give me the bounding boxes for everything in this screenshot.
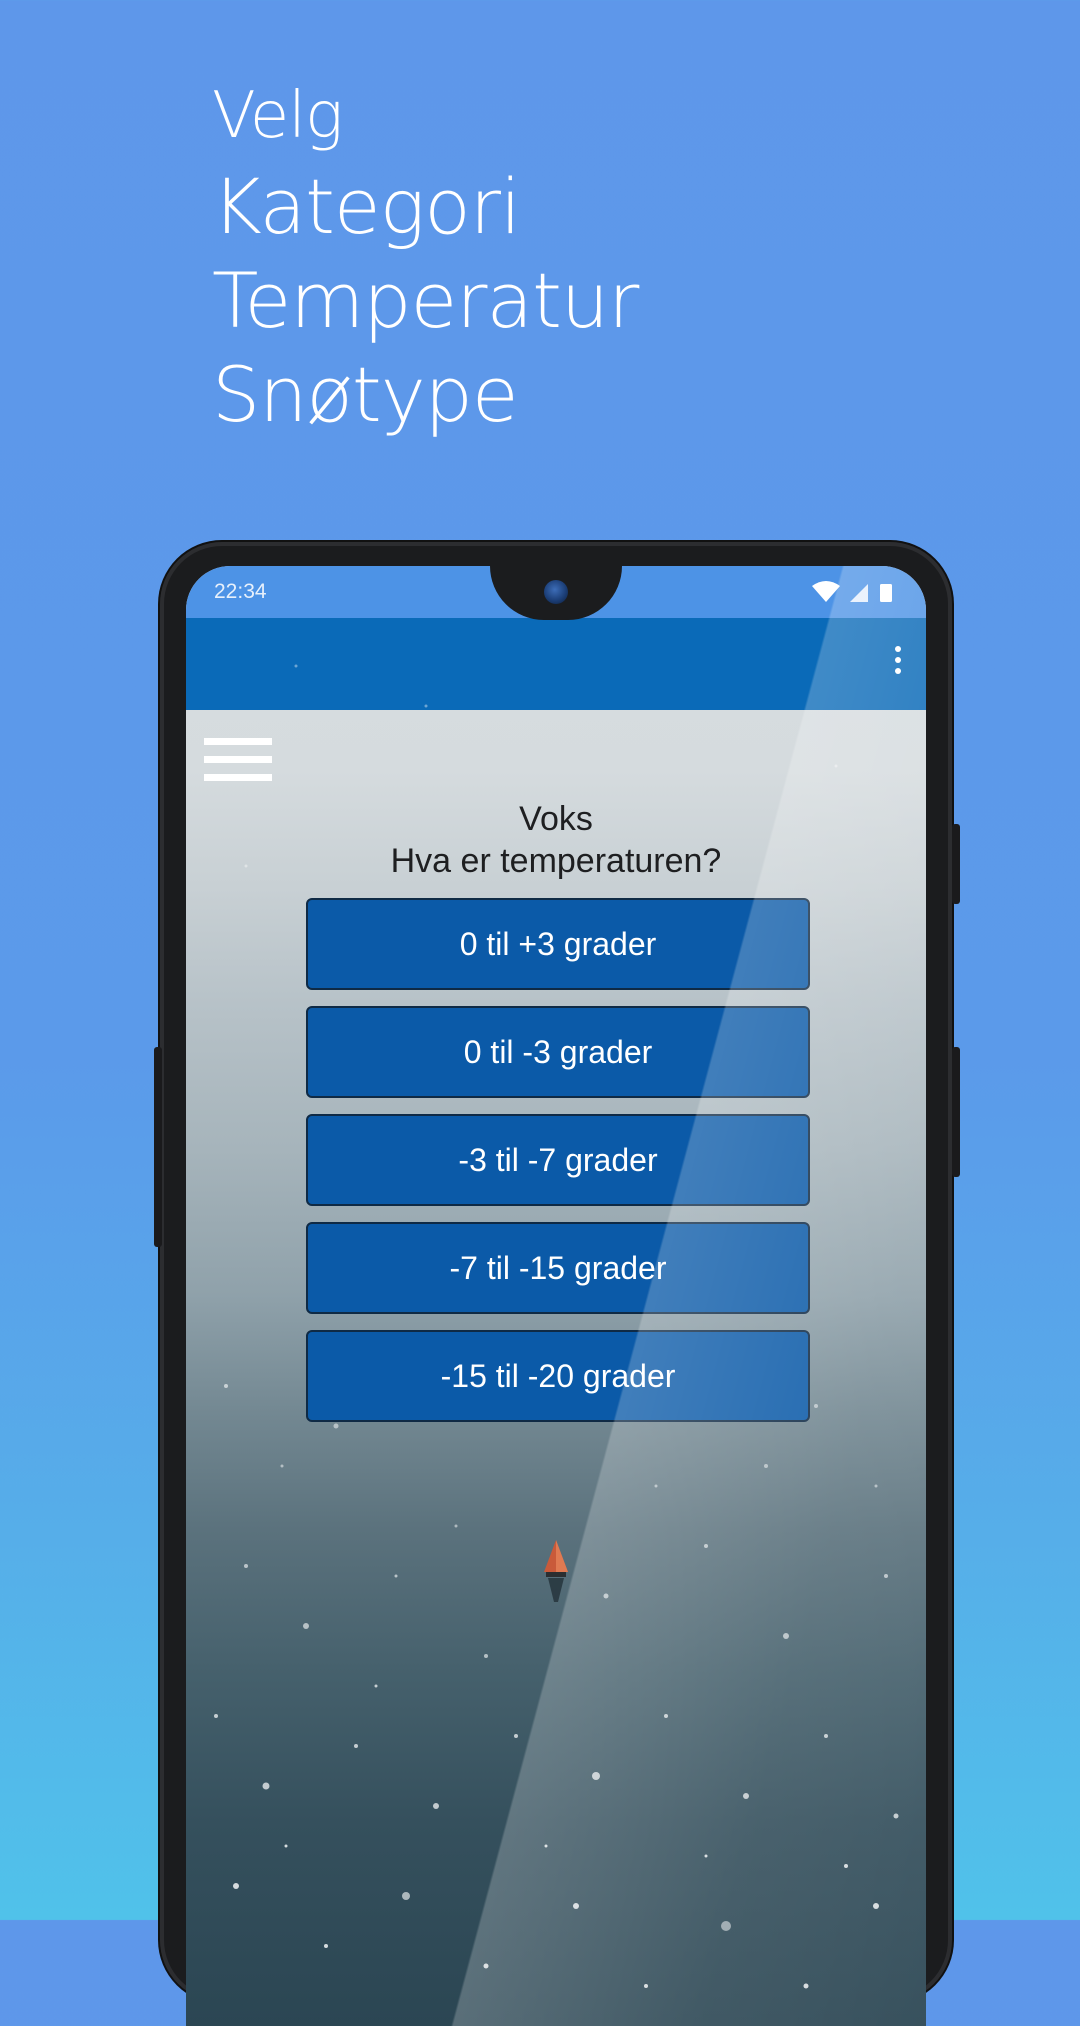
camera-icon [544, 580, 568, 604]
option-0-to-minus-3-button[interactable]: 0 til -3 grader [306, 1006, 810, 1098]
option-minus-3-to-minus-7-button[interactable]: -3 til -7 grader [306, 1114, 810, 1206]
headline-line-velg: Velg [212, 79, 343, 153]
headline-line-snotype: Snøtype [212, 350, 519, 439]
phone-screen: 22:34 Voks Hva er temperaturen? 0 til +3… [186, 566, 926, 2026]
promo-headline: Velg Kategori Temperatur Snøtype [212, 72, 639, 442]
volume-button [154, 1047, 162, 1247]
hamburger-menu-icon[interactable] [204, 738, 272, 790]
app-bar [186, 618, 926, 710]
question-block: Voks Hva er temperaturen? [186, 798, 926, 882]
option-minus-15-to-minus-20-button[interactable]: -15 til -20 grader [306, 1330, 810, 1422]
status-time: 22:34 [214, 580, 267, 603]
battery-icon [880, 584, 892, 602]
phone-frame: 22:34 Voks Hva er temperaturen? 0 til +3… [154, 542, 960, 2026]
overflow-menu-icon[interactable] [888, 646, 908, 682]
status-icons [810, 580, 900, 604]
side-button [952, 1047, 960, 1177]
headline-line-temperatur: Temperatur [212, 256, 639, 345]
signal-icon [850, 584, 868, 602]
option-0-to-plus-3-button[interactable]: 0 til +3 grader [306, 898, 810, 990]
wifi-icon [812, 581, 840, 602]
temperature-options: 0 til +3 grader 0 til -3 grader -3 til -… [306, 898, 810, 1438]
boat-image [544, 1540, 568, 1602]
question-text: Hva er temperaturen? [390, 842, 722, 880]
headline-line-kategori: Kategori [212, 162, 521, 251]
option-minus-7-to-minus-15-button[interactable]: -7 til -15 grader [306, 1222, 810, 1314]
category-title: Voks [519, 800, 593, 838]
power-button [952, 824, 960, 904]
